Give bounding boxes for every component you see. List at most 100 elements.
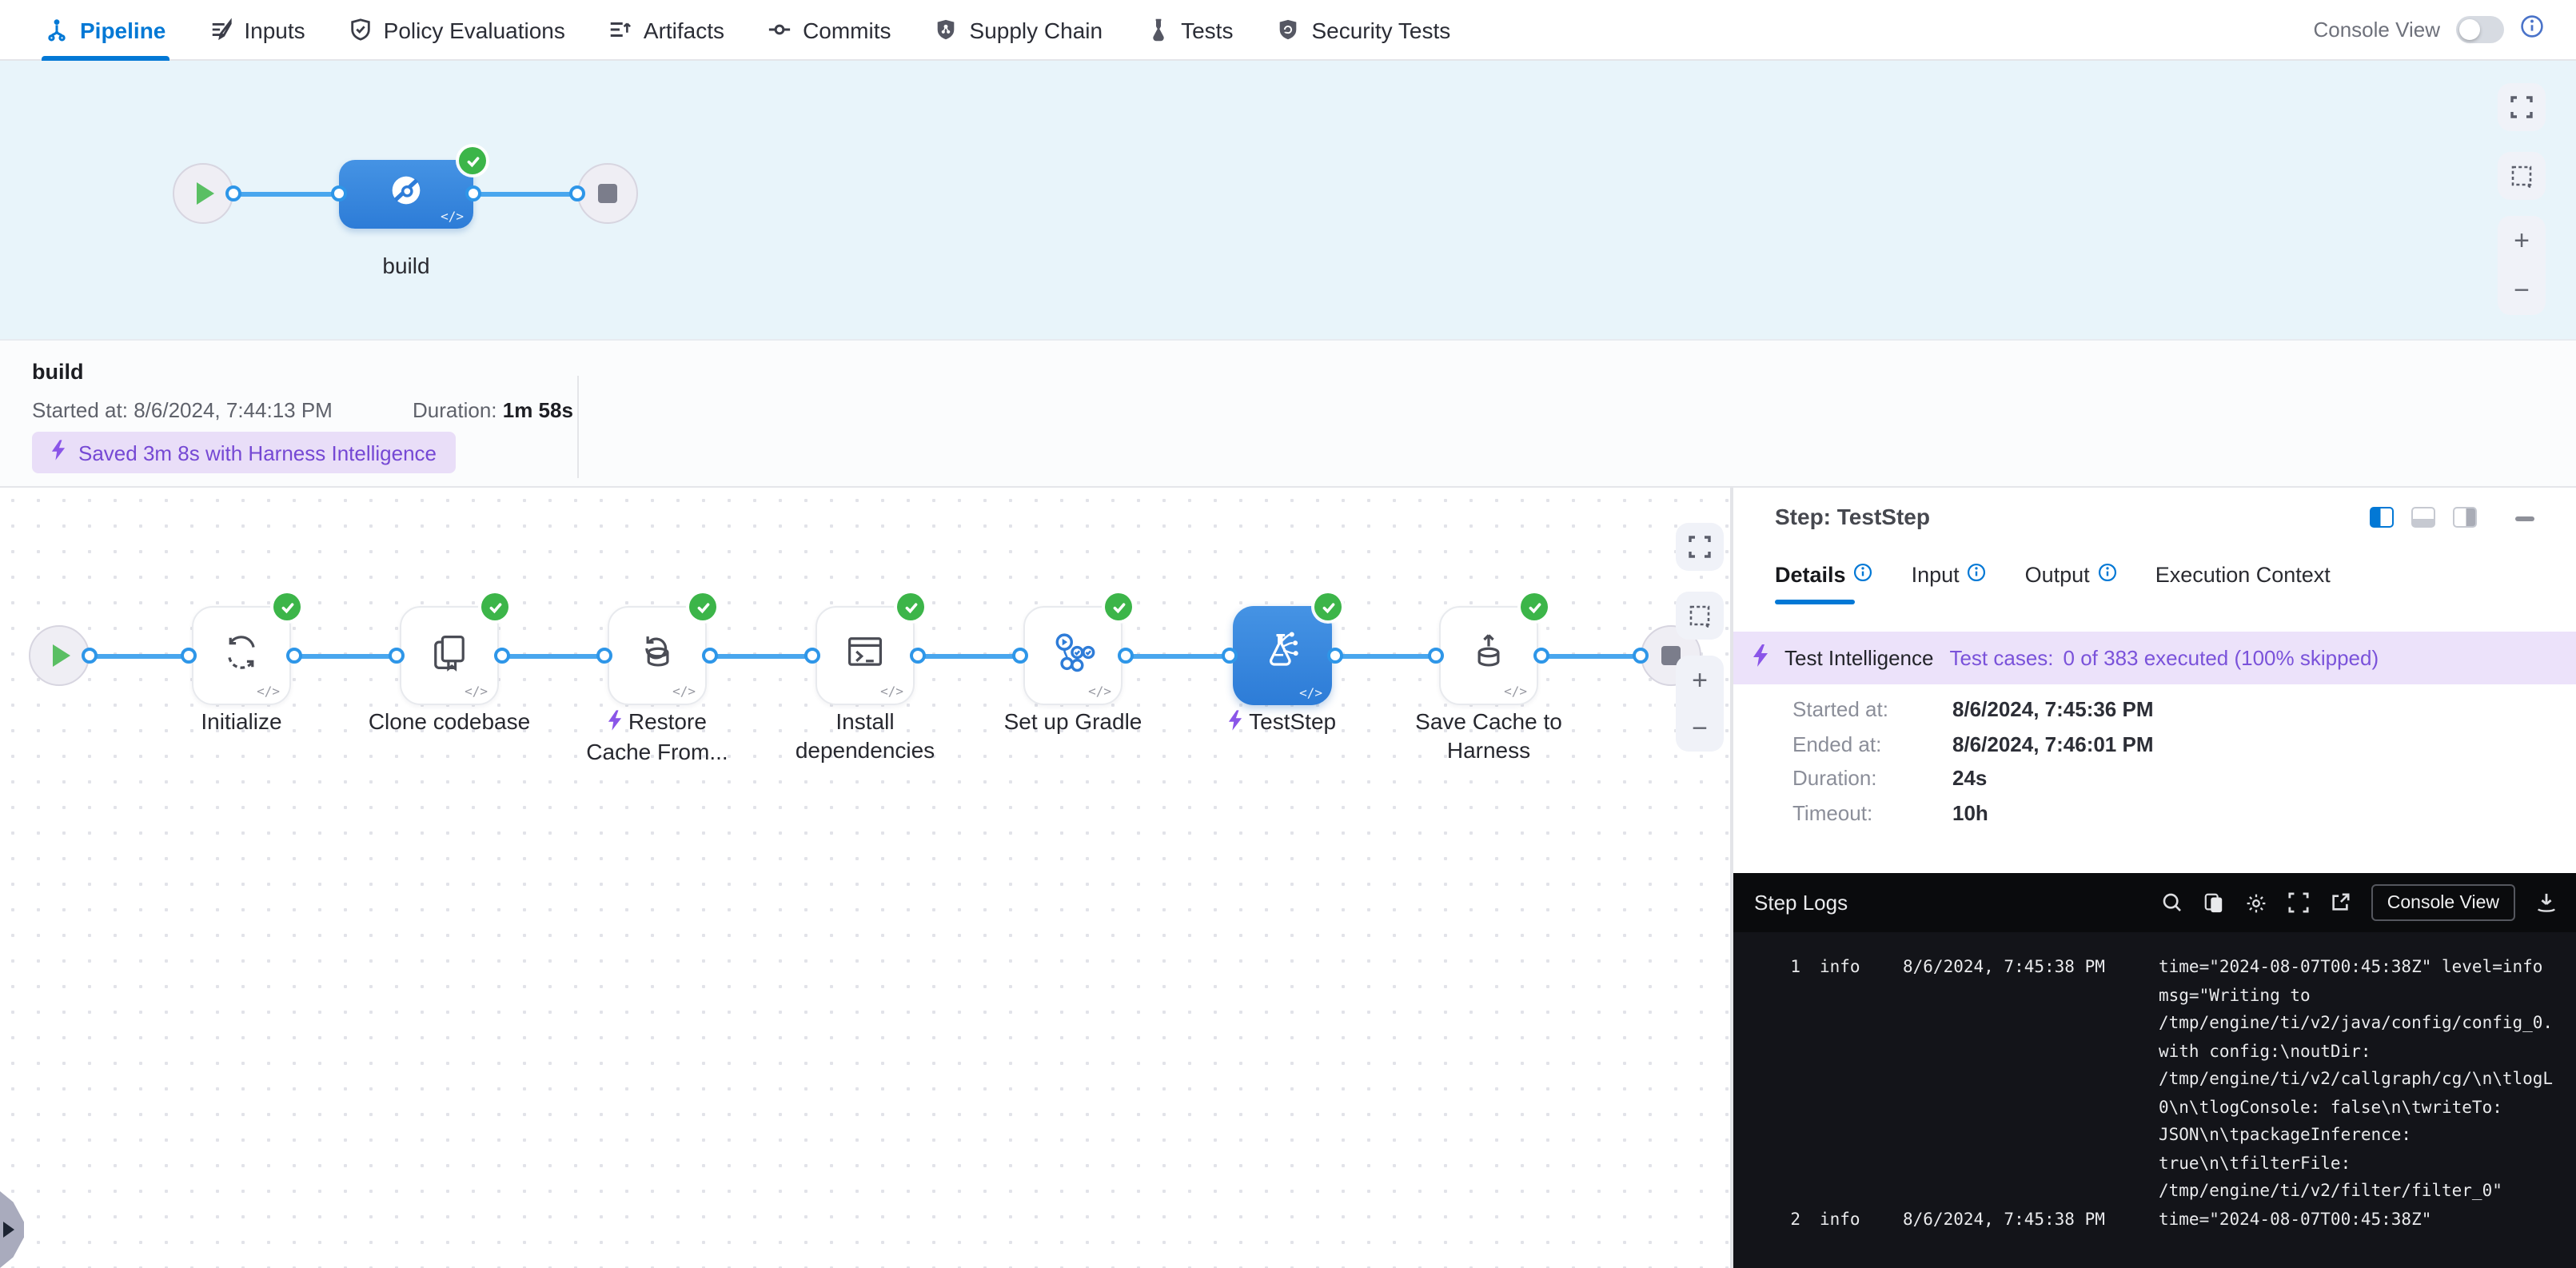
step-node-save-cache[interactable]: </>: [1439, 606, 1538, 705]
step-node-install-dependencies[interactable]: </>: [815, 606, 915, 705]
detail-row: Timeout:10h: [1792, 795, 2154, 830]
lightning-icon: [1229, 708, 1243, 737]
layout-split-right-icon[interactable]: [2370, 507, 2394, 528]
clone-codebase-icon: [427, 629, 472, 682]
tab-label: Policy Evaluations: [384, 17, 565, 42]
step-node-clone-codebase[interactable]: </>: [400, 606, 499, 705]
success-check-icon: [689, 593, 716, 620]
step-label: Install dependencies: [785, 707, 945, 764]
success-check-icon: [1314, 593, 1342, 620]
tab-commits[interactable]: Commits: [768, 0, 891, 60]
info-icon: [2098, 563, 2117, 587]
connector-port: [1222, 648, 1238, 664]
connector-port: [569, 185, 585, 201]
step-label: Clone codebase: [353, 707, 545, 736]
marquee-select-button[interactable]: [2498, 152, 2546, 200]
step-node-teststep[interactable]: </>: [1233, 606, 1332, 705]
tab-label: Security Tests: [1311, 17, 1450, 42]
zoom-controls: + −: [2498, 216, 2546, 315]
zoom-in-button[interactable]: +: [2514, 227, 2530, 254]
zoom-out-button[interactable]: −: [1692, 714, 1708, 741]
stage-graph-canvas: </> build + −: [0, 61, 2576, 339]
toggle-knob: [2459, 19, 2480, 40]
code-icon: </>: [672, 684, 696, 699]
settings-gear-icon[interactable]: [2245, 891, 2267, 914]
console-view-button[interactable]: Console View: [2371, 884, 2515, 921]
expand-left-panel-handle[interactable]: [0, 1191, 24, 1268]
steps-start-node: [29, 625, 90, 686]
success-check-icon: [897, 593, 924, 620]
lightning-icon: [608, 708, 622, 737]
ti-test-cases[interactable]: Test cases: 0 of 383 executed (100% skip…: [1949, 646, 2379, 670]
connector-port: [1428, 648, 1444, 664]
code-icon: </>: [257, 684, 280, 699]
code-icon: </>: [465, 684, 488, 699]
connector-port: [82, 648, 98, 664]
harness-intelligence-badge: Saved 3m 8s with Harness Intelligence: [32, 432, 456, 473]
shield-check-icon: [349, 18, 373, 42]
inputs-icon: [209, 18, 233, 42]
connector-port: [286, 648, 302, 664]
fit-to-screen-button[interactable]: [2498, 83, 2546, 131]
tab-details[interactable]: Details: [1775, 563, 1873, 587]
step-label: Initialize: [146, 707, 337, 736]
download-icon[interactable]: [2536, 892, 2557, 913]
code-icon: </>: [1504, 684, 1527, 699]
stage-node-label: build: [342, 253, 470, 278]
fit-to-screen-button[interactable]: [1676, 523, 1724, 571]
search-icon[interactable]: [2162, 892, 2183, 913]
step-logs-title: Step Logs: [1754, 891, 1848, 915]
savings-text: Saved 3m 8s with Harness Intelligence: [78, 441, 437, 465]
edge-line: [233, 192, 339, 197]
step-label: TestStep: [1186, 707, 1378, 737]
tab-policy-evaluations[interactable]: Policy Evaluations: [349, 0, 565, 60]
info-icon[interactable]: [2520, 14, 2544, 46]
pipeline-execution-page: Pipeline Inputs Policy Evaluations Artif…: [0, 0, 2576, 1268]
tab-security-tests[interactable]: Security Tests: [1276, 0, 1450, 60]
zoom-in-button[interactable]: +: [1692, 666, 1708, 693]
lightning-icon: [51, 440, 66, 465]
gradle-graph-icon: [1049, 628, 1097, 684]
connector-port: [1118, 648, 1134, 664]
tab-execution-context[interactable]: Execution Context: [2155, 563, 2331, 587]
stage-node-build[interactable]: </>: [339, 160, 473, 229]
connector-port: [1327, 648, 1343, 664]
step-logs-body[interactable]: 1 info 8/6/2024, 7:45:38 PM time="2024-0…: [1733, 932, 2576, 1234]
pipeline-end-node: [577, 163, 638, 224]
info-icon: [1854, 563, 1873, 587]
marquee-select-button[interactable]: [1676, 592, 1724, 640]
step-node-restore-cache[interactable]: </>: [608, 606, 707, 705]
detail-row: Ended at:8/6/2024, 7:46:01 PM: [1792, 727, 2154, 761]
flask-icon: [1146, 18, 1170, 42]
code-icon: </>: [1299, 686, 1322, 700]
zoom-out-button[interactable]: −: [2514, 277, 2530, 304]
step-node-initialize[interactable]: </>: [192, 606, 291, 705]
test-intelligence-icon: [1258, 628, 1306, 684]
fullscreen-icon[interactable]: [2288, 892, 2309, 913]
console-view-toggle[interactable]: [2456, 16, 2504, 43]
tab-input[interactable]: Input: [1912, 563, 1987, 587]
layout-right-icon[interactable]: [2453, 507, 2477, 528]
step-panel-title: Step: TestStep: [1775, 504, 1930, 529]
terminal-icon: [843, 629, 887, 682]
tab-label: Pipeline: [80, 17, 165, 42]
open-in-new-icon[interactable]: [2330, 892, 2351, 913]
tab-inputs[interactable]: Inputs: [209, 0, 305, 60]
success-check-icon: [1521, 593, 1548, 620]
layout-bottom-icon[interactable]: [2411, 507, 2435, 528]
tab-output[interactable]: Output: [2025, 563, 2117, 587]
stage-duration: Duration: 1m 58s: [413, 398, 573, 422]
active-tab-underline: [1775, 600, 1855, 604]
tab-label: Tests: [1181, 17, 1233, 42]
tab-artifacts[interactable]: Artifacts: [608, 0, 724, 60]
tab-pipeline[interactable]: Pipeline: [45, 0, 165, 60]
step-node-set-up-gradle[interactable]: </>: [1023, 606, 1123, 705]
copy-icon[interactable]: [2203, 892, 2224, 913]
code-icon: </>: [880, 684, 903, 699]
tab-supply-chain[interactable]: Supply Chain: [935, 0, 1103, 60]
stage-summary: build Started at: 8/6/2024, 7:44:13 PM D…: [0, 339, 2576, 488]
minimize-panel-button[interactable]: [2515, 516, 2534, 520]
tab-tests[interactable]: Tests: [1146, 0, 1233, 60]
stop-icon: [598, 184, 617, 203]
topnav-right-controls: Console View: [2313, 14, 2576, 46]
